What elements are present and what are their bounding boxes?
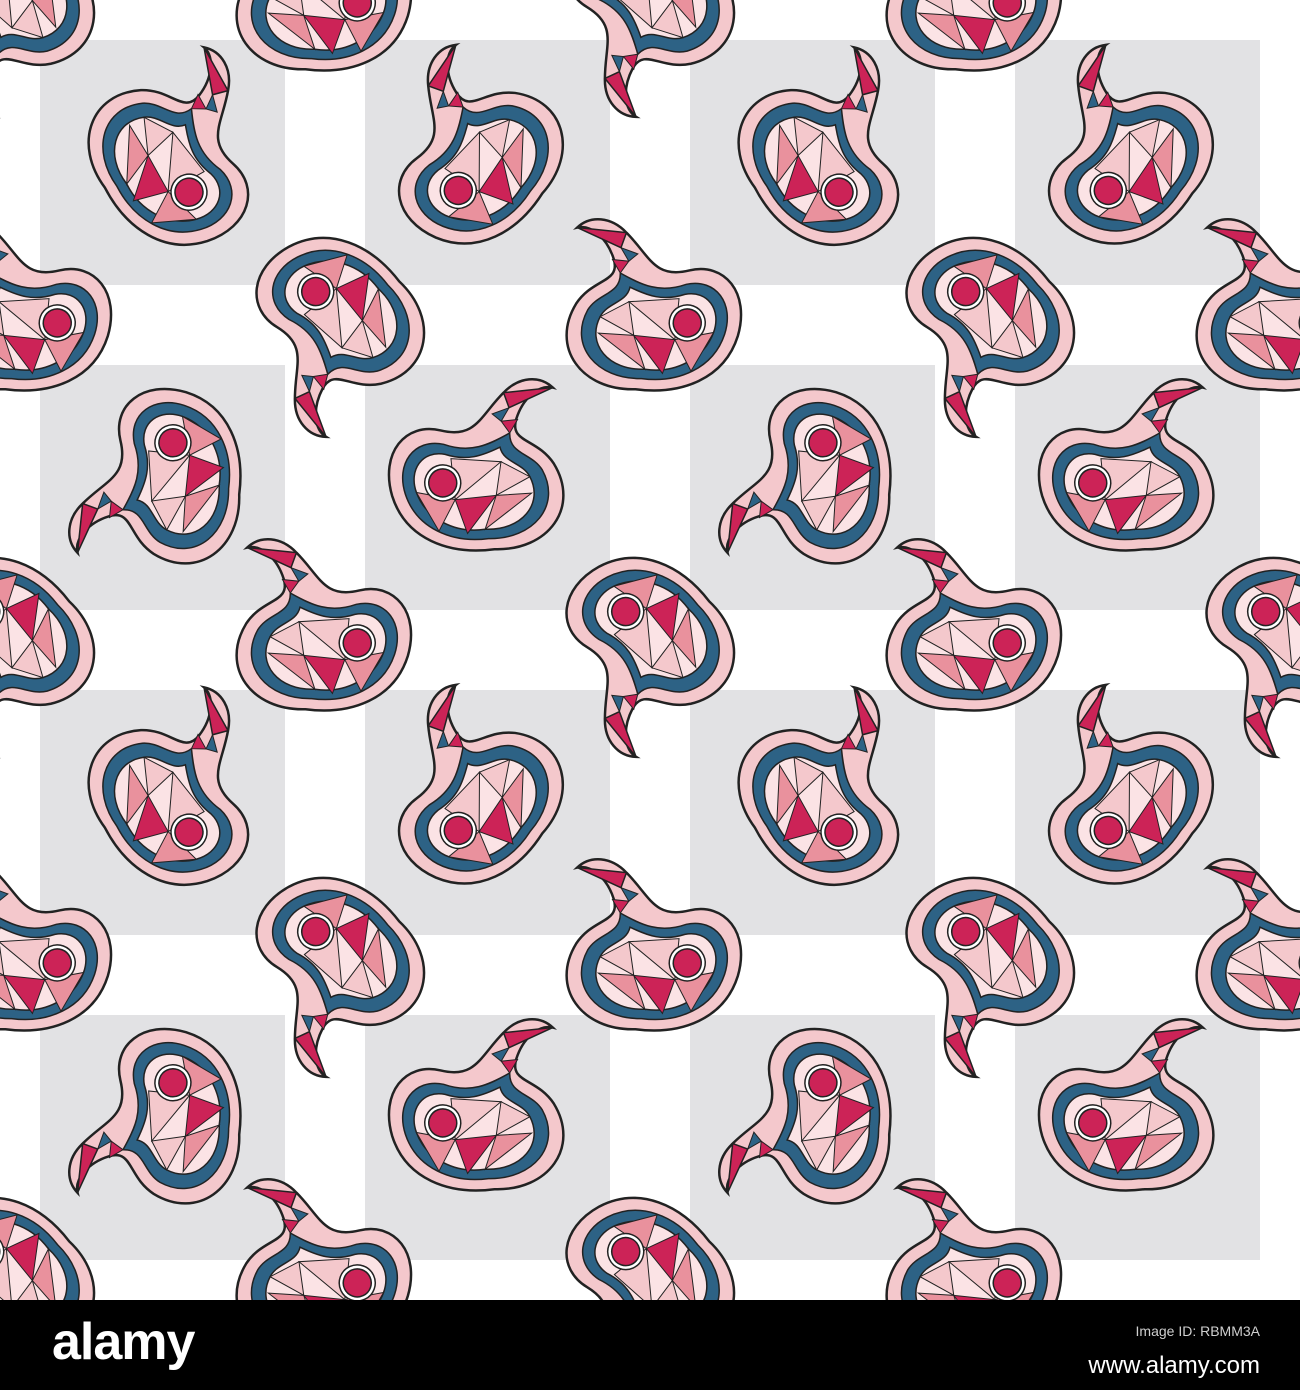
- paisley-motifs: [0, 0, 1300, 1300]
- paisley-pattern: [0, 0, 1300, 1300]
- image-id-label: Image ID: RBMM3A: [1135, 1323, 1260, 1339]
- pattern-canvas: [0, 0, 1300, 1300]
- brand-logo[interactable]: alamy: [52, 1312, 195, 1372]
- site-url[interactable]: www.alamy.com: [1088, 1352, 1260, 1380]
